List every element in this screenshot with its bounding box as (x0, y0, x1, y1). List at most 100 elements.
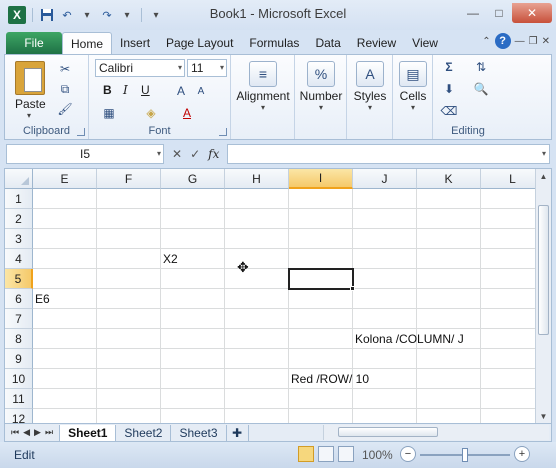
scroll-up-icon[interactable]: ▲ (536, 169, 551, 183)
workbook-minimize-icon[interactable]: — (515, 36, 525, 47)
name-box[interactable]: I5 ▾ (6, 144, 164, 164)
font-name-combobox[interactable]: Calibri ▾ (95, 59, 185, 77)
horizontal-scroll-thumb[interactable] (338, 427, 438, 437)
sheet-tab-sheet1[interactable]: Sheet1 (59, 424, 117, 441)
insert-sheet-icon[interactable]: ✚ (227, 424, 249, 441)
fill-color-icon[interactable]: ◈ (143, 105, 159, 121)
tab-home[interactable]: Home (62, 32, 113, 54)
row-header-6[interactable]: 6 (5, 289, 33, 309)
vertical-scroll-thumb[interactable] (538, 205, 549, 335)
underline-button[interactable]: U (141, 83, 150, 97)
font-size-combobox[interactable]: 11 ▾ (187, 59, 227, 77)
column-header-f[interactable]: F (97, 169, 161, 189)
horizontal-scrollbar[interactable] (323, 425, 549, 440)
column-header-e[interactable]: E (33, 169, 97, 189)
workbook-restore-icon[interactable]: ❐ (529, 36, 538, 47)
minimize-ribbon-icon[interactable]: ⌃ (482, 36, 490, 47)
tab-insert[interactable]: Insert (112, 32, 158, 54)
excel-logo-icon[interactable]: X (8, 6, 26, 24)
sort-filter-icon[interactable]: ⇅ (473, 59, 489, 75)
insert-function-icon[interactable]: fx (208, 147, 219, 161)
page-layout-view-icon[interactable] (318, 446, 334, 462)
cancel-icon[interactable]: ✕ (172, 147, 182, 161)
normal-view-icon[interactable] (298, 446, 314, 462)
active-cell-i5[interactable] (288, 268, 354, 290)
select-all-button[interactable] (5, 169, 33, 189)
undo-icon[interactable]: ↶ (59, 7, 75, 23)
undo-dropdown-icon[interactable]: ▾ (79, 7, 95, 23)
alignment-button[interactable]: ≡ Alignment ▾ (233, 59, 293, 119)
fill-handle[interactable] (350, 286, 355, 291)
save-icon[interactable] (39, 7, 55, 23)
paste-icon[interactable] (15, 61, 45, 95)
last-sheet-icon[interactable]: ⏭ (45, 427, 53, 438)
clear-icon[interactable]: ⌫ (441, 103, 458, 119)
bold-button[interactable]: B (103, 83, 112, 97)
font-size-dropdown-icon[interactable]: ▾ (220, 63, 224, 72)
minimize-button[interactable]: — (460, 3, 486, 23)
paste-dropdown-icon[interactable]: ▾ (27, 111, 31, 120)
prev-sheet-icon[interactable]: ◀ (23, 427, 30, 438)
font-grow-icon[interactable]: A (173, 83, 189, 99)
sheet-tab-sheet2[interactable]: Sheet2 (116, 424, 172, 441)
tab-page-layout[interactable]: Page Layout (158, 32, 241, 54)
font-shrink-icon[interactable]: A (193, 83, 209, 99)
column-header-i[interactable]: I (289, 169, 353, 189)
scroll-down-icon[interactable]: ▼ (536, 409, 551, 423)
row-header-11[interactable]: 11 (5, 389, 33, 409)
clipboard-launcher-icon[interactable] (77, 128, 85, 136)
vertical-scrollbar[interactable]: ▲ ▼ (535, 169, 551, 423)
tab-view[interactable]: View (404, 32, 446, 54)
row-header-1[interactable]: 1 (5, 189, 33, 209)
row-header-8[interactable]: 8 (5, 329, 33, 349)
cell-j8[interactable]: Kolona /COLUMN/ J (353, 329, 464, 349)
zoom-out-icon[interactable]: − (400, 446, 416, 462)
row-header-5[interactable]: 5 (5, 269, 33, 289)
zoom-level[interactable]: 100% (362, 448, 393, 462)
first-sheet-icon[interactable]: ⏮ (11, 427, 19, 438)
format-painter-icon[interactable]: 🖌 (57, 101, 73, 117)
row-header-3[interactable]: 3 (5, 229, 33, 249)
zoom-slider-knob[interactable] (462, 448, 468, 462)
row-header-9[interactable]: 9 (5, 349, 33, 369)
find-select-icon[interactable]: 🔍 (473, 81, 489, 97)
paste-button[interactable]: Paste (15, 97, 46, 111)
redo-dropdown-icon[interactable]: ▾ (119, 7, 135, 23)
workbook-close-icon[interactable]: ✕ (542, 36, 550, 47)
row-header-10[interactable]: 10 (5, 369, 33, 389)
tab-review[interactable]: Review (349, 32, 404, 54)
page-break-view-icon[interactable] (338, 446, 354, 462)
cell-g4[interactable]: X2 (161, 249, 178, 269)
worksheet-grid[interactable]: EFGHIJKL 1 2 3 4 5 6 7 8 9 10 11 12 X2 E6 Kolona /C… (4, 168, 552, 424)
column-header-h[interactable]: H (225, 169, 289, 189)
column-header-k[interactable]: K (417, 169, 481, 189)
maximize-button[interactable]: □ (486, 3, 512, 23)
copy-icon[interactable]: ⧉ (57, 81, 73, 97)
italic-button[interactable]: I (123, 83, 128, 97)
customize-qat-icon[interactable]: ▾ (148, 7, 164, 23)
tab-data[interactable]: Data (307, 32, 348, 54)
fill-icon[interactable]: ⬇ (441, 81, 457, 97)
close-button[interactable]: ✕ (512, 3, 552, 23)
next-sheet-icon[interactable]: ▶ (34, 427, 41, 438)
help-icon[interactable]: ? (494, 33, 511, 49)
autosum-icon[interactable]: Σ (441, 59, 457, 75)
cell-e6[interactable]: E6 (33, 289, 50, 309)
font-launcher-icon[interactable] (219, 128, 227, 136)
sheet-tab-sheet3[interactable]: Sheet3 (171, 424, 227, 441)
tab-formulas[interactable]: Formulas (241, 32, 307, 54)
row-header-12[interactable]: 12 (5, 409, 33, 423)
row-header-2[interactable]: 2 (5, 209, 33, 229)
cell-i10[interactable]: Red /ROW/ 10 (289, 369, 369, 389)
row-header-7[interactable]: 7 (5, 309, 33, 329)
column-header-j[interactable]: J (353, 169, 417, 189)
expand-formula-bar-icon[interactable]: ▾ (542, 149, 546, 158)
cut-icon[interactable]: ✂ (57, 61, 73, 77)
font-color-icon[interactable]: A (179, 105, 195, 121)
column-header-g[interactable]: G (161, 169, 225, 189)
name-box-dropdown-icon[interactable]: ▾ (157, 149, 161, 158)
font-name-dropdown-icon[interactable]: ▾ (178, 63, 182, 72)
borders-icon[interactable]: ▦ (101, 105, 117, 121)
redo-icon[interactable]: ↷ (99, 7, 115, 23)
tab-file[interactable]: File (6, 32, 62, 54)
